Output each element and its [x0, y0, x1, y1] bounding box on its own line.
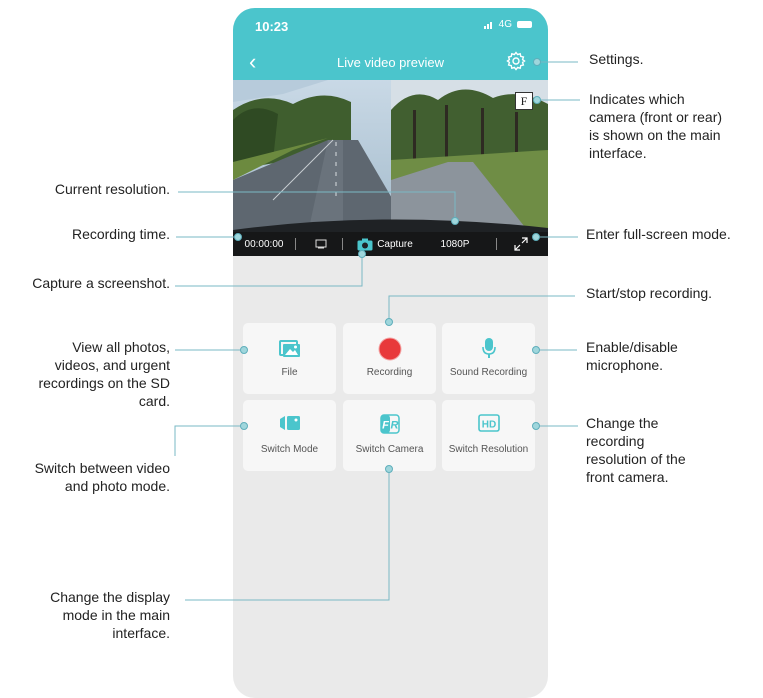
annotation-line: View all photos,	[72, 339, 170, 355]
annotation-line: Indicates which	[589, 91, 685, 107]
annotation-line: card.	[138, 393, 170, 409]
annotation-line: front camera.	[586, 469, 669, 485]
annotation-line: and photo mode.	[64, 478, 170, 494]
annotation-line: camera (front or rear)	[589, 109, 723, 125]
marker-camera-shown	[533, 96, 541, 104]
annotation-line: recording	[586, 433, 645, 449]
marker-capture	[358, 250, 366, 258]
marker-switch-mode	[240, 422, 248, 430]
leader-capture	[175, 253, 363, 287]
annotation-capture: Capture a screenshot.	[32, 275, 170, 291]
annotation-line: Switch between video	[34, 460, 170, 476]
annotation-line: mode in the main	[62, 607, 170, 623]
marker-resolution	[451, 217, 459, 225]
annotation-settings: Settings.	[589, 51, 644, 67]
annotation-line: interface.	[589, 145, 647, 161]
annotation-start-stop: Start/stop recording.	[586, 285, 713, 301]
annotation-camera-shown: Indicates which camera (front or rear) i…	[589, 90, 722, 162]
annotation-line: Change the	[586, 415, 659, 431]
marker-fullscreen	[532, 233, 540, 241]
annotation-line: interface.	[112, 625, 170, 641]
annotation-switch-mode: Switch between video and photo mode.	[35, 459, 170, 495]
marker-change-resolution	[532, 422, 540, 430]
annotation-fullscreen: Enter full-screen mode.	[586, 226, 731, 242]
marker-settings	[533, 58, 541, 66]
marker-display-mode	[385, 465, 393, 473]
annotation-line: Change the display	[50, 589, 170, 605]
annotation-current-resolution: Current resolution.	[54, 181, 170, 197]
annotation-display-mode: Change the display mode in the main inte…	[50, 588, 170, 642]
marker-recording-time	[234, 233, 242, 241]
annotation-recording-time: Recording time.	[71, 226, 170, 242]
marker-start-stop	[385, 318, 393, 326]
annotation-line: videos, and urgent	[54, 357, 170, 373]
marker-microphone	[532, 346, 540, 354]
annotation-line: Enable/disable	[586, 339, 678, 355]
annotation-line: microphone.	[586, 357, 664, 373]
marker-view-all	[240, 346, 248, 354]
annotation-line: resolution of the	[586, 451, 686, 467]
leader-display-mode	[185, 469, 390, 601]
annotation-change-resolution: Change the recording resolution of the f…	[586, 414, 686, 486]
annotation-view-all: View all photos, videos, and urgent reco…	[38, 338, 170, 410]
annotation-line: recordings on the SD	[38, 375, 170, 391]
leader-start-stop	[388, 295, 575, 322]
annotation-microphone: Enable/disable microphone.	[586, 338, 678, 374]
leader-switch-mode	[174, 425, 243, 456]
annotation-line: is shown on the main	[589, 127, 721, 143]
leader-resolution	[178, 191, 456, 219]
